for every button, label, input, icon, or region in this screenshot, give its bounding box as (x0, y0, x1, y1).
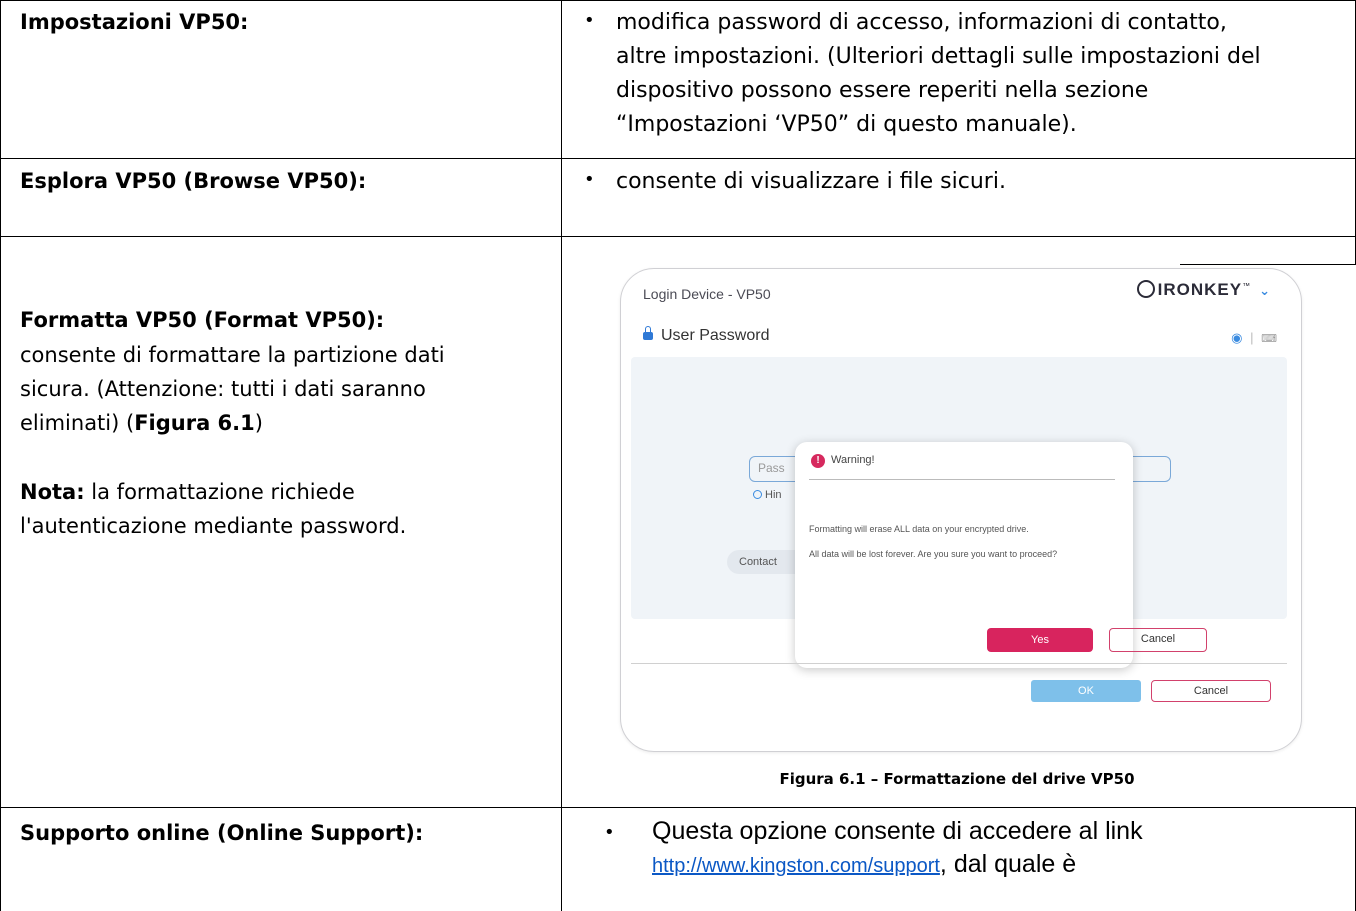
support-line-2: http://www.kingston.com/support, dal qua… (652, 848, 1076, 882)
note-label: Nota: (20, 480, 85, 504)
hint-toggle[interactable]: Hin (753, 489, 782, 501)
bullet-marker: • (604, 822, 615, 843)
login-device-dialog: Login Device - VP50 IRONKEY™ ⌄ User Passw… (620, 268, 1302, 752)
row-label-support: Supporto online (Online Support): (20, 821, 424, 845)
format-desc-line-3-pre: eliminati) ( (20, 411, 135, 435)
settings-line-2: altre impostazioni. (Ulteriori dettagli … (616, 44, 1261, 69)
format-note: Nota: la formattazione richiede (20, 476, 355, 508)
format-desc-line-2: sicura. (Attenzione: tutti i dati sarann… (20, 377, 426, 401)
hint-label: Hin (765, 489, 782, 501)
settings-line-3: dispositivo possono essere reperiti nell… (616, 78, 1149, 103)
bullet-marker: • (584, 169, 595, 190)
row-label-format: Formatta VP50 (Format VP50): (20, 308, 385, 332)
warning-modal: ! Warning! Formatting will erase ALL data… (795, 442, 1207, 668)
warning-cancel-button[interactable]: Cancel (1109, 628, 1207, 652)
row-divider-3 (0, 807, 1356, 808)
ironkey-logo: IRONKEY™ ⌄ (1136, 280, 1271, 300)
alert-icon: ! (811, 454, 825, 468)
ok-button[interactable]: OK (1031, 680, 1141, 702)
format-note-line-2: l'autenticazione mediante password. (20, 514, 407, 538)
note-text-1: la formattazione richiede (84, 480, 355, 504)
keyboard-icon[interactable]: ⌨ (1261, 333, 1277, 345)
user-password-label: User Password (661, 327, 770, 344)
row-divider-1 (0, 158, 1356, 159)
format-desc-line-3-post: ) (254, 411, 263, 435)
figure-top-rule (1180, 264, 1356, 265)
warning-message-1: Formatting will erase ALL data on your e… (809, 524, 1029, 534)
dialog-footer-divider (631, 663, 1287, 664)
browse-description: consente di visualizzare i file sicuri. (616, 169, 1006, 194)
cancel-button[interactable]: Cancel (1151, 680, 1271, 702)
row-divider-2 (0, 236, 1356, 237)
support-line-1: Questa opzione consente di accedere al l… (652, 817, 1143, 845)
yes-button[interactable]: Yes (987, 628, 1093, 652)
field-tools: ◉ | ⌨ (1231, 330, 1277, 346)
brand-name: IRONKEY (1157, 280, 1243, 299)
bullet-marker: • (584, 10, 595, 31)
chevron-down-icon[interactable]: ⌄ (1259, 283, 1271, 298)
warning-divider (809, 479, 1115, 480)
settings-line-4: “Impostazioni ‘VP50” di questo manuale). (616, 112, 1077, 137)
password-placeholder: Pass (758, 461, 785, 475)
settings-line-1: modifica password di accesso, informazio… (616, 10, 1227, 35)
figure-reference: Figura 6.1 (134, 411, 255, 435)
warning-header: ! Warning! (811, 454, 875, 468)
table-top-border (0, 0, 1356, 1)
dialog-title: Login Device - VP50 (643, 286, 771, 302)
eye-slash-icon[interactable]: ◉ (1231, 330, 1242, 345)
table-left-border (0, 0, 1, 911)
row-label-settings: Impostazioni VP50: (20, 10, 249, 34)
row-label-browse: Esplora VP50 (Browse VP50): (20, 169, 367, 193)
warning-message-2: All data will be lost forever. Are you s… (809, 549, 1058, 559)
support-link[interactable]: http://www.kingston.com/support (652, 855, 940, 877)
password-panel: Pass Hin Contact ! Warning! Formatting wi… (631, 357, 1287, 668)
tool-divider: | (1250, 330, 1254, 345)
support-line-2-tail: , dal quale è (939, 850, 1077, 878)
lock-icon (643, 326, 653, 340)
manual-page: Impostazioni VP50: • modifica password d… (0, 0, 1356, 911)
format-desc-line-3: eliminati) (Figura 6.1) (20, 407, 263, 439)
warning-title: Warning! (831, 454, 875, 466)
user-password-header: User Password (643, 326, 770, 345)
contact-label: Contact (739, 556, 777, 568)
brand-trademark: ™ (1242, 281, 1252, 291)
figure-caption: Figura 6.1 – Formattazione del drive VP5… (779, 770, 1135, 788)
ironkey-logo-icon (1136, 280, 1155, 298)
format-desc-line-1: consente di formattare la partizione dat… (20, 343, 445, 367)
